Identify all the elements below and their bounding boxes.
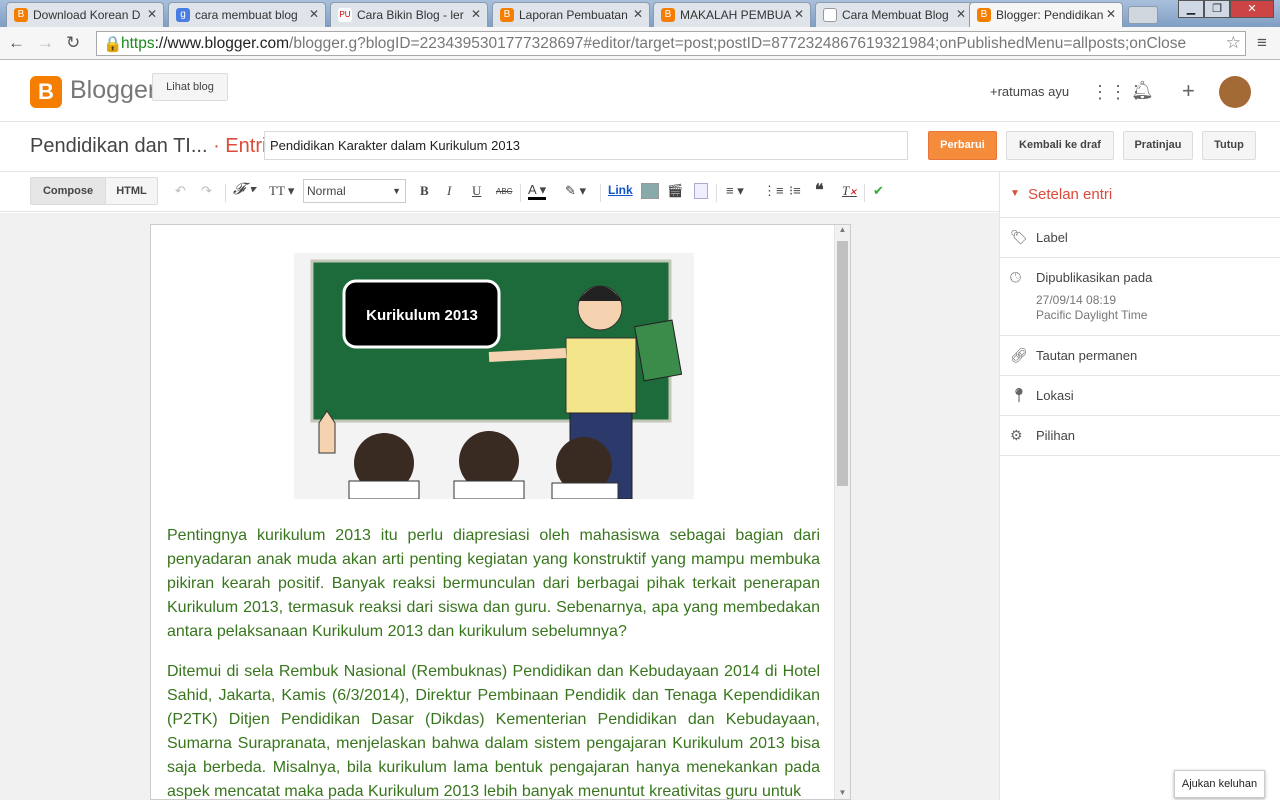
forward-icon[interactable]: →	[37, 33, 54, 53]
pu-icon: PU	[338, 8, 352, 22]
link-icon: 🔗︎	[1010, 347, 1028, 363]
jump-break-icon[interactable]	[694, 183, 708, 199]
post-body-editor[interactable]: Kurikulum 2013 Pentingnya kurikulum 2013…	[150, 224, 851, 800]
post-title-input[interactable]: Pendidikan Karakter dalam Kurikulum 2013	[264, 131, 908, 160]
post-settings-heading[interactable]: ▼ Setelan entri	[1000, 172, 1280, 218]
back-icon[interactable]: ←	[8, 33, 25, 53]
editor-toolbar: Compose HTML ↶ ↷ 𝓕 ▾ TT ▾ Normal ▼ B I U …	[0, 172, 1000, 212]
published-on-item[interactable]: 🕓︎ Dipublikasikan pada 27/09/14 08:19 Paci…	[1000, 258, 1280, 336]
bookmark-star-icon[interactable]: ☆	[1225, 33, 1241, 53]
image-caption: Kurikulum 2013	[366, 307, 478, 324]
options-item[interactable]: ⚙ Pilihan	[1000, 416, 1280, 456]
tag-icon: 🏷︎	[1010, 229, 1028, 245]
blogger-logo-icon[interactable]: B	[30, 76, 62, 108]
location-pin-icon: 📍︎	[1010, 387, 1028, 403]
permalink-item[interactable]: 🔗︎ Tautan permanen	[1000, 336, 1280, 376]
window-close-button[interactable]: ✕	[1230, 0, 1274, 18]
tab[interactable]: Cara Membuat Blog ✕	[815, 2, 973, 27]
bulleted-list-icon[interactable]: ⁝≡	[789, 183, 801, 199]
blogger-icon: B	[977, 8, 991, 22]
close-tab-icon[interactable]: ✕	[309, 7, 319, 21]
remove-formatting-icon[interactable]: T✕	[842, 183, 857, 199]
close-button[interactable]: Tutup	[1202, 131, 1256, 160]
gear-icon: ⚙	[1010, 427, 1023, 443]
reload-icon[interactable]: ↻	[66, 33, 80, 53]
redo-icon[interactable]: ↷	[201, 183, 212, 199]
lock-icon: 🔒	[103, 36, 123, 53]
google-icon: g	[176, 8, 190, 22]
post-settings-sidebar: ▼ Setelan entri 🏷︎ Label 🕓︎ Dipublikasikan …	[999, 172, 1280, 800]
tab[interactable]: B Download Korean D ✕	[6, 2, 164, 27]
italic-icon[interactable]: I	[447, 183, 451, 199]
close-tab-icon[interactable]: ✕	[1106, 7, 1116, 21]
preview-button[interactable]: Pratinjau	[1123, 131, 1193, 160]
tab[interactable]: B MAKALAH PEMBUA ✕	[653, 2, 811, 27]
collapse-triangle-icon: ▼	[1010, 188, 1020, 199]
text-color-icon[interactable]: A ▾	[528, 183, 547, 200]
link-button[interactable]: Link	[608, 183, 633, 197]
editor-scrollbar[interactable]: ▲ ▼	[834, 225, 850, 799]
chevron-down-icon: ▼	[392, 186, 401, 196]
blogger-icon: B	[500, 8, 514, 22]
format-select[interactable]: Normal ▼	[303, 179, 406, 203]
post-image[interactable]: Kurikulum 2013	[294, 253, 694, 500]
user-name[interactable]: +ratumas ayu	[990, 84, 1069, 99]
numbered-list-icon[interactable]: ⋮≡	[763, 183, 784, 199]
blog-name: Pendidikan dan TI... · Entri	[30, 135, 267, 157]
minimize-button[interactable]: ▁	[1178, 0, 1204, 18]
close-tab-icon[interactable]: ✕	[633, 7, 643, 21]
blogger-icon: B	[14, 8, 28, 22]
underline-icon[interactable]: U	[472, 183, 481, 199]
highlight-color-icon[interactable]: ✎ ▾	[565, 183, 586, 199]
close-tab-icon[interactable]: ✕	[147, 7, 157, 21]
maximize-button[interactable]: ❐	[1204, 0, 1230, 18]
post-title-bar: Pendidikan dan TI... · Entri Pendidikan …	[0, 122, 1280, 172]
logo-text[interactable]: Blogger	[70, 76, 156, 105]
tab[interactable]: B Laporan Pembuatan ✕	[492, 2, 650, 27]
insert-image-icon[interactable]	[641, 183, 659, 199]
view-blog-button[interactable]: Lihat blog	[152, 73, 228, 101]
compose-mode-button[interactable]: Compose	[30, 177, 106, 205]
tab-active[interactable]: B Blogger: Pendidikan ✕	[969, 2, 1123, 27]
align-icon[interactable]: ≡ ▾	[726, 183, 744, 199]
quote-icon[interactable]: ❝	[815, 180, 824, 200]
scrollbar-thumb[interactable]	[837, 241, 848, 486]
page-icon	[823, 8, 837, 22]
blogger-header: B Blogger Lihat blog +ratumas ayu ⋮⋮⋮ 🔔︎…	[0, 60, 1280, 122]
tab[interactable]: PU Cara Bikin Blog - ler ✕	[330, 2, 488, 27]
insert-video-icon[interactable]: 🎬︎	[667, 183, 684, 199]
add-icon[interactable]: +	[1182, 78, 1195, 104]
tab-strip: B Download Korean D ✕ g cara membuat blog ✕ …	[0, 0, 1280, 27]
blogger-icon: B	[661, 8, 675, 22]
feedback-button[interactable]: Ajukan keluhan	[1174, 770, 1265, 798]
location-item[interactable]: 📍︎ Lokasi	[1000, 376, 1280, 416]
revert-to-draft-button[interactable]: Kembali ke draf	[1006, 131, 1114, 160]
close-tab-icon[interactable]: ✕	[956, 7, 966, 21]
labels-item[interactable]: 🏷︎ Label	[1000, 218, 1280, 258]
post-paragraph[interactable]: Ditemui di sela Rembuk Nasional (Rembukn…	[167, 660, 820, 799]
new-tab-button[interactable]	[1128, 6, 1158, 24]
post-paragraph[interactable]: Pentingnya kurikulum 2013 itu perlu diap…	[167, 524, 820, 644]
url-input[interactable]: 🔒 https://www.blogger.com/blogger.g?blogI…	[96, 31, 1246, 56]
undo-icon[interactable]: ↶	[175, 183, 186, 199]
clock-icon: 🕓︎	[1010, 269, 1022, 285]
html-mode-button[interactable]: HTML	[105, 177, 158, 205]
bold-icon[interactable]: B	[420, 183, 429, 199]
close-tab-icon[interactable]: ✕	[471, 7, 481, 21]
notifications-bell-icon[interactable]: 🔔︎	[1131, 80, 1154, 101]
close-tab-icon[interactable]: ✕	[794, 7, 804, 21]
update-button[interactable]: Perbarui	[928, 131, 997, 160]
spellcheck-icon[interactable]: ✔	[873, 183, 884, 199]
tab[interactable]: g cara membuat blog ✕	[168, 2, 326, 27]
font-size-icon[interactable]: TT ▾	[269, 183, 294, 199]
strikethrough-icon[interactable]: ABC	[496, 187, 512, 196]
address-bar-area: ← → ↻ 🔒 https://www.blogger.com/blogger.g…	[0, 27, 1280, 60]
avatar[interactable]	[1219, 76, 1251, 108]
font-family-icon[interactable]: 𝓕 ▾	[233, 181, 256, 199]
menu-icon[interactable]: ≡	[1257, 33, 1267, 53]
